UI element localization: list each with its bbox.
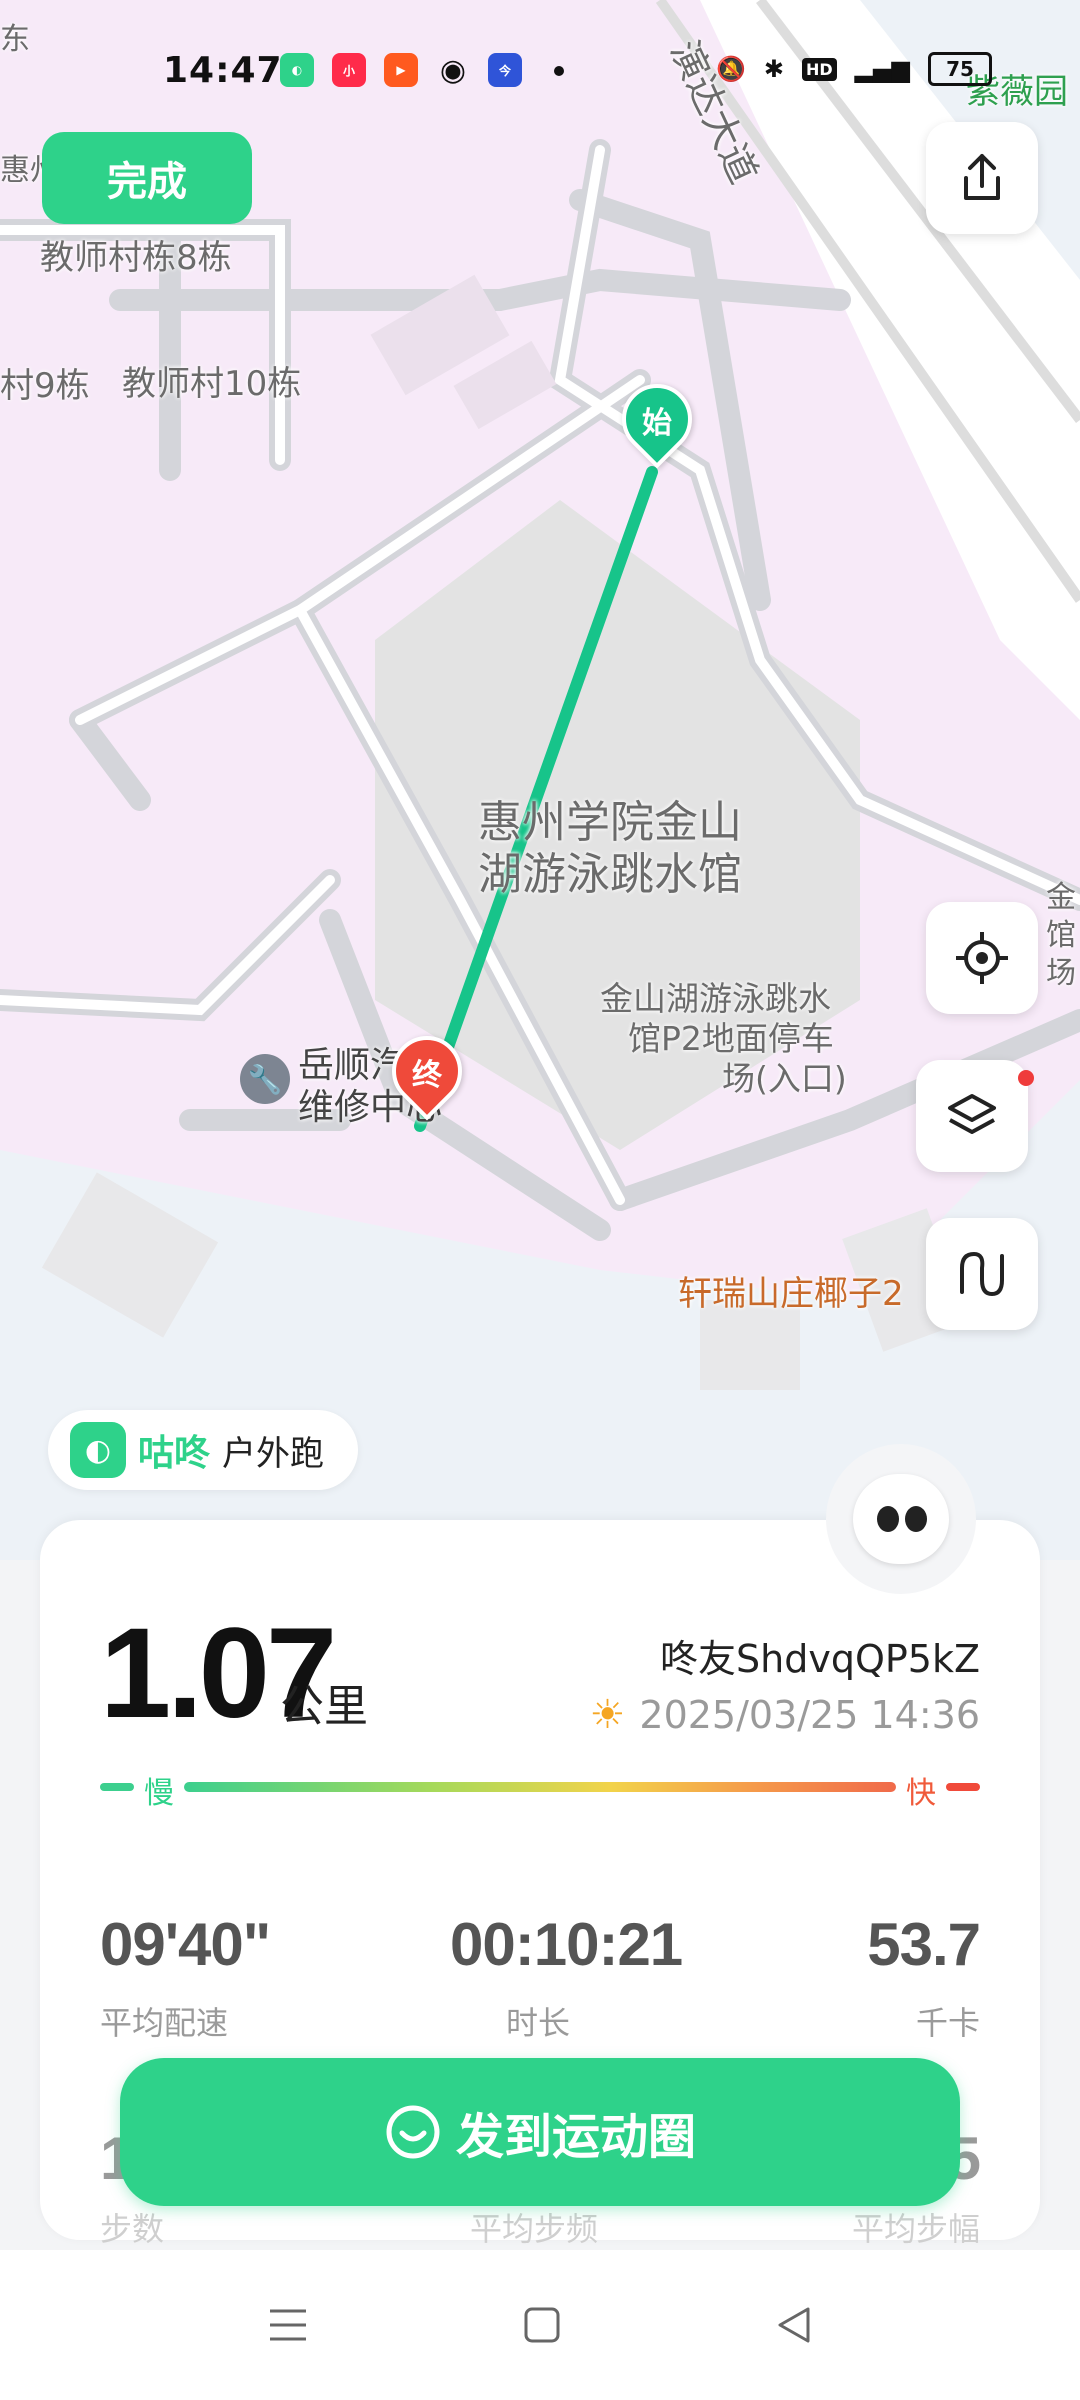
- chat-smile-icon: [386, 2105, 440, 2159]
- steps-label: 步数: [100, 2210, 165, 2248]
- map-label-teacher-village-10: 教师村10栋: [122, 364, 302, 404]
- duration-value: 00:10:21: [450, 1911, 683, 1978]
- status-bar: 14:47 ◐ 小 ▶ ◉ 今 🔕 ✱ HD ▂▄▆ 75: [0, 0, 1080, 140]
- bluetooth-icon: ✱: [763, 55, 784, 83]
- back-icon[interactable]: [774, 2305, 814, 2345]
- share-button[interactable]: [926, 122, 1038, 234]
- mascot-left-eye: [877, 1506, 899, 1532]
- gudong-logo-icon: ◐: [70, 1422, 126, 1478]
- route-wave-icon: [960, 1251, 1004, 1297]
- map-label-venue-2: 湖游泳跳水馆: [478, 849, 742, 900]
- pace-fast-label: 快: [906, 1776, 936, 1811]
- layers-icon: [948, 1094, 996, 1134]
- hd-icon: HD: [801, 57, 837, 81]
- user-name: 咚友ShdvqQP5kZ: [660, 1637, 980, 1681]
- xiaohongshu-icon: 小: [332, 53, 366, 87]
- status-indicators: 🔕 ✱ HD ▂▄▆ 75: [716, 52, 992, 86]
- distance-unit: 公里: [280, 1681, 368, 1732]
- brand-name: 咕咚: [138, 1433, 211, 1474]
- status-time: 14:47: [163, 50, 283, 91]
- video-icon: ▶: [384, 53, 418, 87]
- done-button[interactable]: 完成: [42, 132, 252, 224]
- avg-pace-value: 09'40": [100, 1911, 271, 1978]
- share-icon: [964, 154, 1000, 200]
- mascot-right-eye: [905, 1506, 927, 1532]
- sun-icon: ☀: [589, 1692, 626, 1738]
- locate-button[interactable]: [926, 902, 1038, 1014]
- notification-dot-icon: [554, 66, 564, 76]
- signal-4g-icon: ▂▄▆: [854, 55, 910, 83]
- start-marker-label: 始: [642, 406, 672, 441]
- map-label-villa: 轩瑞山庄椰子2: [678, 1274, 904, 1314]
- home-icon[interactable]: [522, 2305, 562, 2345]
- stride-label: 平均步幅: [851, 2210, 980, 2248]
- school-icon: 今: [488, 53, 522, 87]
- pace-slow-label: 慢: [144, 1776, 174, 1811]
- cadence-label: 平均步频: [470, 2210, 599, 2248]
- wrench-icon: 🔧: [240, 1054, 290, 1104]
- datetime: ☀ 2025/03/25 14:36: [590, 1692, 980, 1738]
- gudong-icon: ◐: [280, 53, 314, 87]
- battery-icon: 75: [928, 52, 992, 86]
- duration-label: 时长: [506, 2004, 571, 2042]
- pace-legend: 慢 快: [100, 1776, 980, 1811]
- map-label-right-3: 场: [1046, 956, 1076, 991]
- route-style-button[interactable]: [926, 1218, 1038, 1330]
- avg-pace-label: 平均配速: [100, 2004, 229, 2042]
- menu-icon[interactable]: [266, 2305, 310, 2345]
- wechat-icon: ◉: [439, 52, 467, 88]
- datetime-text: 2025/03/25 14:36: [639, 1693, 980, 1737]
- layers-notification-dot: [1018, 1070, 1034, 1086]
- calories-label: 千卡: [915, 2004, 980, 2042]
- pace-gradient: [184, 1782, 896, 1792]
- mute-icon: 🔕: [715, 55, 746, 83]
- mascot-face-icon: [853, 1474, 949, 1564]
- map-label-parking-3: 场(入口): [722, 1059, 847, 1098]
- map-label-teacher-village-9: 村9栋: [0, 366, 90, 406]
- pace-slow-dash: [100, 1783, 134, 1791]
- activity-type: 户外跑: [222, 1433, 325, 1474]
- pace-fast-dash: [946, 1783, 980, 1791]
- calories-value: 53.7: [867, 1911, 981, 1978]
- end-marker-label: 终: [412, 1058, 442, 1093]
- post-button-label: 发到运动圈: [455, 2109, 696, 2165]
- mascot-avatar: [826, 1444, 976, 1594]
- post-to-feed-button[interactable]: 发到运动圈: [120, 2058, 960, 2206]
- map-label-teacher-village-8: 教师村栋8栋: [40, 238, 232, 278]
- layers-button[interactable]: [916, 1060, 1028, 1172]
- locate-icon: [956, 932, 1008, 984]
- system-nav-bar: [0, 2250, 1080, 2400]
- brand-tag: ◐ 咕咚 户外跑: [48, 1410, 359, 1490]
